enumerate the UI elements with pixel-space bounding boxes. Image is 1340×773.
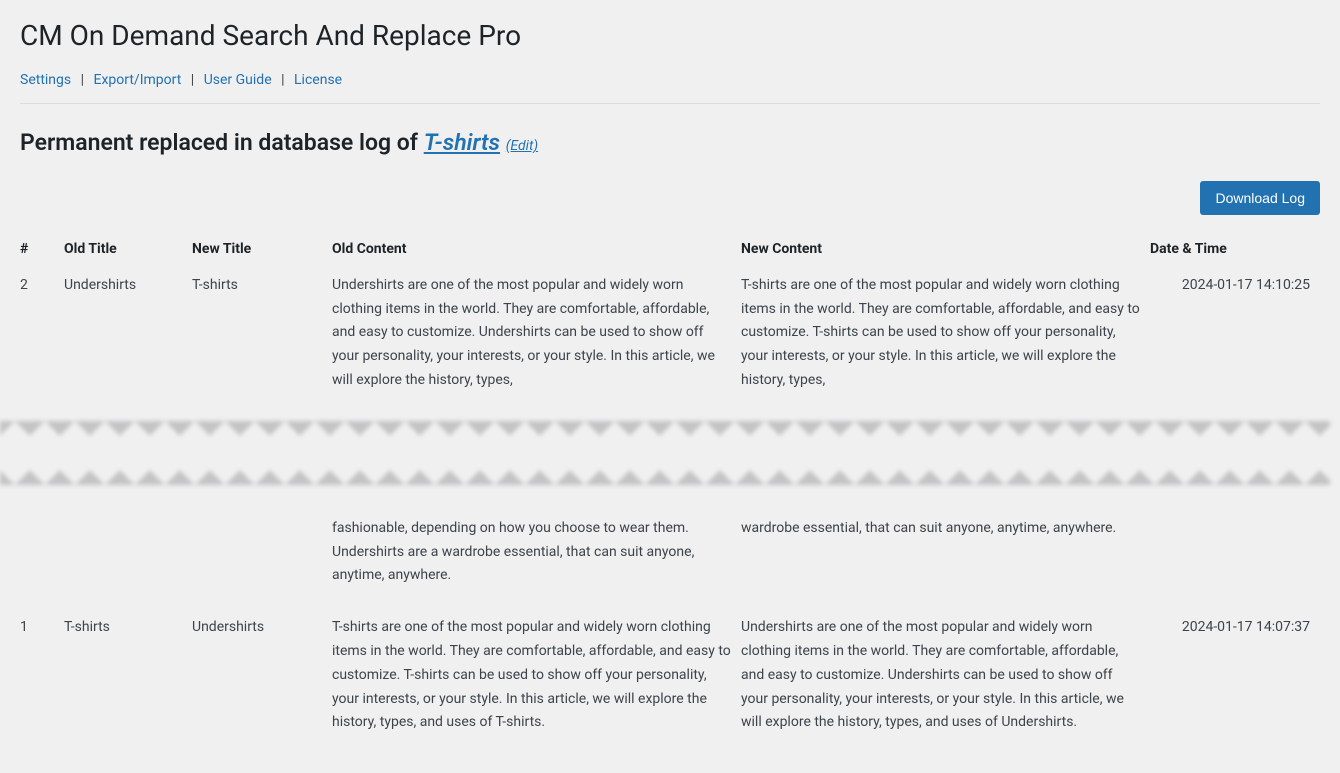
cell-new-content: Undershirts are one of the most popular … — [741, 612, 1150, 753]
nav-export-import[interactable]: Export/Import — [94, 72, 182, 88]
nav-links: Settings | Export/Import | User Guide | … — [20, 64, 1320, 104]
cell-old-content-fragment: fashionable, depending on how you choose… — [332, 517, 731, 594]
cell-new-title: Undershirts — [192, 612, 332, 753]
col-header-new-title: New Title — [192, 231, 332, 270]
cell-date: 2024-01-17 14:10:25 — [1150, 270, 1320, 411]
nav-separator: | — [81, 72, 84, 88]
nav-settings[interactable]: Settings — [20, 72, 71, 88]
cell-old-title: Undershirts — [64, 270, 192, 411]
cell-date — [1150, 513, 1320, 612]
cell-old-title: T-shirts — [64, 612, 192, 753]
cell-new-content: T-shirts are one of the most popular and… — [741, 270, 1150, 411]
table-row: fashionable, depending on how you choose… — [20, 513, 1320, 612]
cell-new-content: wardrobe essential, that can suit anyone… — [741, 513, 1150, 612]
cell-date: 2024-01-17 14:07:37 — [1150, 612, 1320, 753]
download-log-button[interactable]: Download Log — [1200, 181, 1320, 215]
cell-num — [20, 513, 64, 612]
edit-link[interactable]: (Edit) — [506, 138, 538, 154]
col-header-old-title: Old Title — [64, 231, 192, 270]
nav-license[interactable]: License — [294, 72, 342, 88]
cell-new-content-fragment: wardrobe essential, that can suit anyone… — [741, 517, 1140, 547]
table-row: 1 T-shirts Undershirts T-shirts are one … — [20, 612, 1320, 753]
table-row: 2 Undershirts T-shirts Undershirts are o… — [20, 270, 1320, 411]
cell-old-content: T-shirts are one of the most popular and… — [332, 612, 741, 753]
cell-old-content: Undershirts are one of the most popular … — [332, 270, 741, 411]
cell-old-content: fashionable, depending on how you choose… — [332, 513, 741, 612]
nav-user-guide[interactable]: User Guide — [204, 72, 272, 88]
cell-new-title: T-shirts — [192, 270, 332, 411]
col-header-num: # — [20, 231, 64, 270]
truncation-cell — [20, 411, 1320, 513]
cell-num: 2 — [20, 270, 64, 411]
log-table: # Old Title New Title Old Content New Co… — [20, 231, 1320, 753]
table-header-row: # Old Title New Title Old Content New Co… — [20, 231, 1320, 270]
cell-new-title — [192, 513, 332, 612]
action-bar: Download Log — [20, 171, 1320, 231]
truncation-divider — [20, 411, 1320, 513]
col-header-new-content: New Content — [741, 231, 1150, 270]
nav-separator: | — [281, 72, 284, 88]
section-title: Permanent replaced in database log of T-… — [20, 104, 1320, 171]
cell-num: 1 — [20, 612, 64, 753]
zigzag-bottom-icon — [0, 463, 1330, 485]
col-header-date: Date & Time — [1150, 231, 1320, 270]
nav-separator: | — [191, 72, 194, 88]
zigzag-top-icon — [0, 421, 1330, 443]
section-title-prefix: Permanent replaced in database log of — [20, 129, 424, 156]
page-title: CM On Demand Search And Replace Pro — [20, 0, 1320, 64]
col-header-old-content: Old Content — [332, 231, 741, 270]
term-link[interactable]: T-shirts — [424, 129, 500, 156]
cell-old-title — [64, 513, 192, 612]
